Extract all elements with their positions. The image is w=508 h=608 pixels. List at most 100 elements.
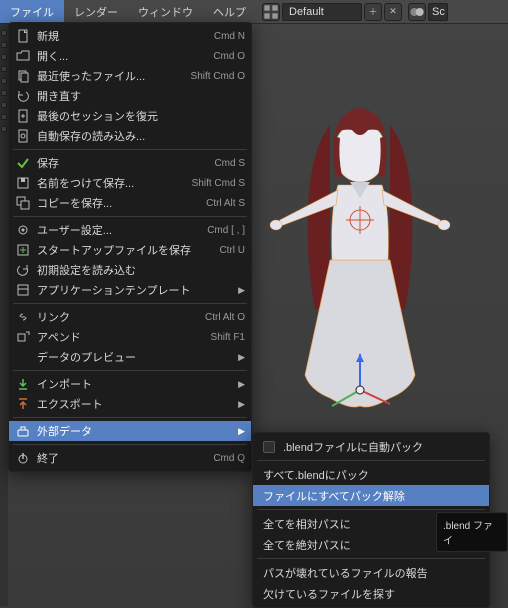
menu-separator — [257, 509, 485, 510]
menu-shortcut: Cmd [ , ] — [207, 225, 245, 236]
link-icon — [15, 309, 31, 325]
append-icon — [15, 329, 31, 345]
menu-label: 初期設定を読み込む — [37, 262, 245, 278]
menu-label: インポート — [37, 376, 232, 392]
menu-label: 新規 — [37, 28, 204, 44]
scene-name-field[interactable]: Sc — [428, 3, 448, 21]
blank-icon — [15, 349, 31, 365]
top-menu-bar: ファイル レンダー ウィンドウ ヘルプ Default ＋ ✕ Sc — [0, 0, 508, 24]
submenu-arrow-icon: ▶ — [238, 352, 245, 363]
submenu-report-missing[interactable]: パスが壊れているファイルの報告 — [253, 562, 489, 583]
scene-selector: Default ＋ ✕ Sc — [262, 3, 448, 21]
menu-separator — [13, 303, 247, 304]
menu-help[interactable]: ヘルプ — [203, 0, 256, 23]
menu-label: すべて.blendにパック — [263, 467, 479, 483]
new-file-icon — [15, 28, 31, 44]
quit-icon — [15, 450, 31, 466]
left-tool-shelf — [0, 24, 8, 606]
recover-session-icon — [15, 108, 31, 124]
menu-item-revert[interactable]: 開き直す — [9, 86, 251, 106]
menu-item-data-preview[interactable]: データのプレビュー ▶ — [9, 347, 251, 367]
recent-files-icon — [15, 68, 31, 84]
menu-item-recover-last[interactable]: 最後のセッションを復元 — [9, 106, 251, 126]
preferences-icon — [15, 222, 31, 238]
menu-shortcut: Ctrl Alt O — [205, 312, 245, 323]
menu-item-user-prefs[interactable]: ユーザー設定... Cmd [ , ] — [9, 220, 251, 240]
tooltip: .blend ファイ Python: bpy — [436, 512, 508, 552]
layout-browse-button[interactable] — [262, 3, 280, 21]
menu-label: リンク — [37, 309, 195, 325]
menu-separator — [13, 370, 247, 371]
layout-name-field[interactable]: Default — [282, 3, 362, 21]
menu-shortcut: Cmd Q — [213, 453, 245, 464]
menu-label: スタートアップファイルを保存 — [37, 242, 209, 258]
menu-shortcut: Cmd S — [214, 158, 245, 169]
tooltip-python: Python: bpy — [443, 550, 501, 552]
save-startup-icon — [15, 242, 31, 258]
menu-item-external-data[interactable]: 外部データ ▶ — [9, 421, 251, 441]
menu-item-quit[interactable]: 終了 Cmd Q — [9, 448, 251, 468]
menu-item-app-templates[interactable]: アプリケーションテンプレート ▶ — [9, 280, 251, 300]
import-icon — [15, 376, 31, 392]
folder-open-icon — [15, 48, 31, 64]
menu-item-save-copy[interactable]: コピーを保存... Ctrl Alt S — [9, 193, 251, 213]
menu-separator — [13, 149, 247, 150]
factory-settings-icon — [15, 262, 31, 278]
menu-item-save-as[interactable]: 名前をつけて保存... Shift Cmd S — [9, 173, 251, 193]
menu-render[interactable]: レンダー — [64, 0, 128, 23]
menu-window[interactable]: ウィンドウ — [128, 0, 203, 23]
menu-item-load-factory[interactable]: 初期設定を読み込む — [9, 260, 251, 280]
character-model — [260, 90, 460, 430]
menu-shortcut: Shift Cmd O — [191, 71, 245, 82]
external-data-icon — [15, 423, 31, 439]
checkbox-icon — [263, 441, 275, 453]
menu-label: ファイルにすべてパック解除 — [263, 488, 479, 504]
menu-label: 保存 — [37, 155, 204, 171]
menu-separator — [257, 460, 485, 461]
menu-item-link[interactable]: リンク Ctrl Alt O — [9, 307, 251, 327]
menu-item-recent[interactable]: 最近使ったファイル... Shift Cmd O — [9, 66, 251, 86]
check-icon — [15, 155, 31, 171]
layout-add-button[interactable]: ＋ — [364, 3, 382, 21]
menu-item-save-startup[interactable]: スタートアップファイルを保存 Ctrl U — [9, 240, 251, 260]
menu-item-recover-auto[interactable]: 自動保存の読み込み... — [9, 126, 251, 146]
menu-label: 最近使ったファイル... — [37, 68, 181, 84]
menu-shortcut: Cmd O — [213, 51, 245, 62]
template-icon — [15, 282, 31, 298]
scene-browse-button[interactable] — [408, 3, 426, 21]
menu-shortcut: Cmd N — [214, 31, 245, 42]
menu-label: 終了 — [37, 450, 203, 466]
menu-item-new[interactable]: 新規 Cmd N — [9, 26, 251, 46]
menu-separator — [13, 444, 247, 445]
submenu-unpack-all[interactable]: ファイルにすべてパック解除 — [253, 485, 489, 506]
menu-label: 欠けているファイルを探す — [263, 586, 479, 602]
menu-item-export[interactable]: エクスポート ▶ — [9, 394, 251, 414]
menu-label: エクスポート — [37, 396, 232, 412]
menu-shortcut: Shift Cmd S — [192, 178, 245, 189]
menu-label: アペンド — [37, 329, 201, 345]
menu-file[interactable]: ファイル — [0, 0, 64, 23]
menu-item-import[interactable]: インポート ▶ — [9, 374, 251, 394]
export-icon — [15, 396, 31, 412]
menu-item-save[interactable]: 保存 Cmd S — [9, 153, 251, 173]
submenu-auto-pack[interactable]: .blendファイルに自動パック — [253, 436, 489, 457]
submenu-pack-all[interactable]: すべて.blendにパック — [253, 464, 489, 485]
save-as-icon — [15, 175, 31, 191]
layout-delete-button[interactable]: ✕ — [384, 3, 402, 21]
submenu-arrow-icon: ▶ — [238, 285, 245, 296]
submenu-arrow-icon: ▶ — [238, 379, 245, 390]
submenu-arrow-icon: ▶ — [238, 399, 245, 410]
menu-shortcut: Ctrl Alt S — [206, 198, 245, 209]
menu-label: 最後のセッションを復元 — [37, 108, 245, 124]
submenu-arrow-icon: ▶ — [238, 426, 245, 437]
tooltip-title: .blend ファイ — [443, 517, 501, 547]
menu-item-open[interactable]: 開く... Cmd O — [9, 46, 251, 66]
menu-label: 自動保存の読み込み... — [37, 128, 245, 144]
menu-label: .blendファイルに自動パック — [283, 439, 479, 455]
menu-separator — [257, 558, 485, 559]
recover-auto-icon — [15, 128, 31, 144]
menu-shortcut: Ctrl U — [219, 245, 245, 256]
menu-label: パスが壊れているファイルの報告 — [263, 565, 479, 581]
menu-item-append[interactable]: アペンド Shift F1 — [9, 327, 251, 347]
submenu-find-missing[interactable]: 欠けているファイルを探す — [253, 583, 489, 604]
